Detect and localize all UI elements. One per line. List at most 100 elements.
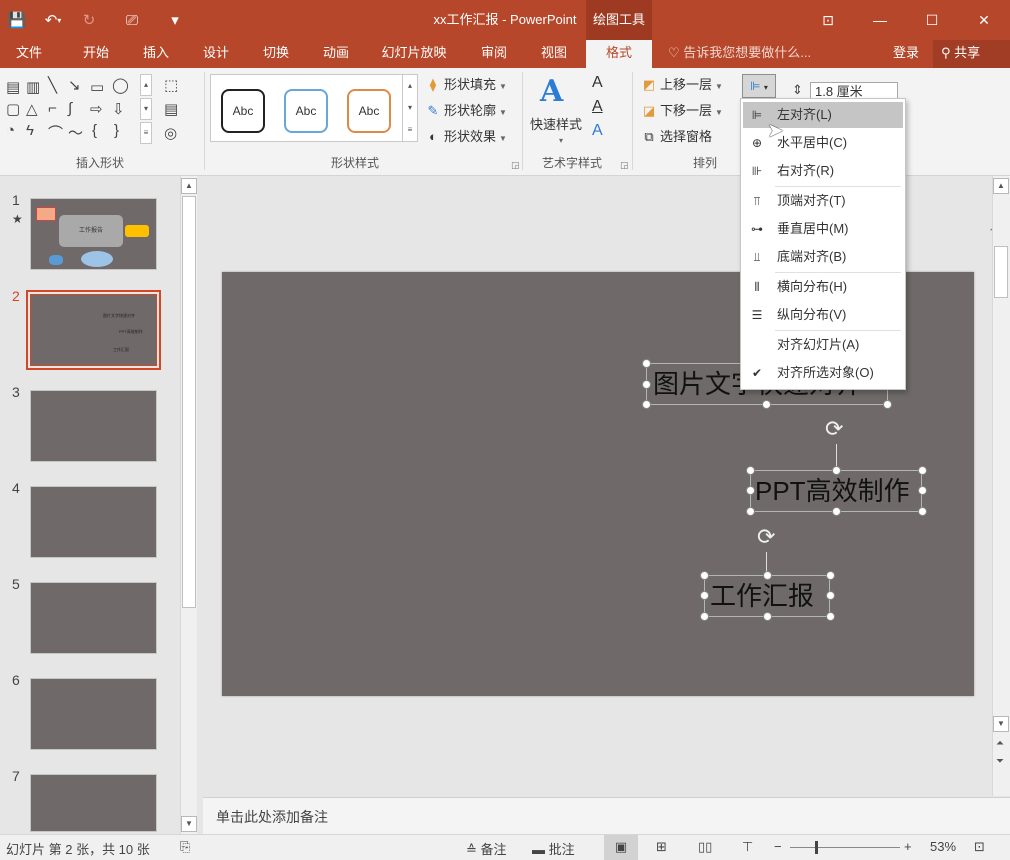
tab-animations[interactable]: 动画 xyxy=(306,40,366,68)
triangle-icon[interactable]: △ xyxy=(26,100,38,118)
zoom-in-icon[interactable]: + xyxy=(904,839,912,854)
brace-right-icon[interactable]: } xyxy=(114,122,119,139)
oval-icon[interactable]: ◯ xyxy=(112,76,129,94)
lightning-icon[interactable]: ϟ xyxy=(26,122,34,139)
slideshow-view-icon[interactable]: ⊤ xyxy=(742,839,753,855)
shapes-scroll-down[interactable]: ▾ xyxy=(140,98,152,120)
slide-thumbnail-4[interactable] xyxy=(30,486,157,558)
resize-handle[interactable] xyxy=(700,571,709,580)
prev-slide-icon[interactable]: ⏶ xyxy=(996,738,1004,749)
quick-styles-icon[interactable]: A xyxy=(540,74,563,109)
style-gallery-scroll[interactable]: ▴ ▾ ≡ xyxy=(402,74,418,142)
tab-slideshow[interactable]: 幻灯片放映 xyxy=(366,40,462,68)
style-preset-1[interactable]: Abc xyxy=(221,89,265,133)
menu-item-align-selected[interactable]: ✔ 对齐所选对象(O) xyxy=(743,360,903,386)
bring-forward-button[interactable]: ◩ 上移一层 ▼ xyxy=(640,74,723,96)
menu-item-align-middle[interactable]: ⊶ 垂直居中(M) xyxy=(743,216,903,242)
menu-item-distribute-horizontal[interactable]: ⫴ 横向分布(H) xyxy=(743,274,903,300)
customize-qat-icon[interactable]: ▾ xyxy=(158,0,192,40)
shapes-scroll-up[interactable]: ▴ xyxy=(140,74,152,96)
thumbnail-scrollbar[interactable]: ▲ ▼ xyxy=(180,176,197,834)
rectangle-icon[interactable]: ▭ xyxy=(90,78,104,96)
resize-handle[interactable] xyxy=(763,571,772,580)
slide-text-3[interactable]: 工作汇报 xyxy=(710,576,814,616)
tab-view[interactable]: 视图 xyxy=(524,40,584,68)
menu-item-distribute-vertical[interactable]: ☰ 纵向分布(V) xyxy=(743,302,903,328)
menu-item-align-right[interactable]: ⊪ 右对齐(R) xyxy=(743,158,903,184)
freeform-icon[interactable]: 〜 xyxy=(68,122,83,143)
zoom-level[interactable]: 53% xyxy=(930,839,956,854)
resize-handle[interactable] xyxy=(746,507,755,516)
wordart-launcher-icon[interactable]: ◲ xyxy=(620,160,629,171)
resize-handle[interactable] xyxy=(826,591,835,600)
rotate-handle-icon[interactable]: ⟳ xyxy=(825,416,843,442)
tab-format[interactable]: 格式 xyxy=(586,40,652,68)
tab-file[interactable]: 文件 xyxy=(0,40,58,68)
undo-icon[interactable]: ↶ ▾ xyxy=(34,0,72,40)
menu-item-align-top[interactable]: ⫪ 顶端对齐(T) xyxy=(743,188,903,214)
save-icon[interactable]: 💾 xyxy=(0,0,34,40)
restore-button[interactable]: ☐ xyxy=(906,0,958,40)
resize-handle[interactable] xyxy=(642,380,651,389)
elbow-connector-icon[interactable]: ⌐ xyxy=(48,100,57,117)
scroll-up-icon[interactable]: ▲ xyxy=(181,178,197,194)
resize-handle[interactable] xyxy=(642,359,651,368)
menu-item-align-bottom[interactable]: ⫫ 底端对齐(B) xyxy=(743,244,903,270)
shapes-gallery[interactable]: ▤ ▥ ╲ ↘ ▭ ◯ ▢ △ ⌐ ∫ ⇨ ⇩ ◔ ϟ ⌒ 〜 { } xyxy=(4,76,154,146)
brace-left-icon[interactable]: { xyxy=(92,122,97,139)
send-backward-button[interactable]: ◪ 下移一层 ▼ xyxy=(640,100,723,122)
shape-outline-button[interactable]: ✎ 形状轮廓 ▼ xyxy=(424,100,507,122)
notes-toggle[interactable]: ≙ 备注 xyxy=(466,839,507,858)
resize-handle[interactable] xyxy=(883,400,892,409)
style-preset-2[interactable]: Abc xyxy=(284,89,328,133)
scroll-thumb[interactable] xyxy=(182,196,196,608)
scroll-down-icon[interactable]: ▼ xyxy=(181,816,197,832)
zoom-slider[interactable] xyxy=(790,847,900,848)
slide-sorter-icon[interactable]: ⊞ xyxy=(656,839,667,855)
minimize-button[interactable]: — xyxy=(854,0,906,40)
right-arrow-icon[interactable]: ⇨ xyxy=(90,100,103,118)
resize-handle[interactable] xyxy=(700,591,709,600)
resize-handle[interactable] xyxy=(826,612,835,621)
slide-thumbnail-7[interactable] xyxy=(30,774,157,832)
tell-me-search[interactable]: ♡ 告诉我您想要做什么... xyxy=(668,40,811,68)
shape-style-gallery[interactable]: Abc Abc Abc xyxy=(210,74,408,142)
selection-pane-button[interactable]: ⧉ 选择窗格 xyxy=(640,126,712,148)
notes-pane[interactable]: 单击此处添加备注 xyxy=(203,797,1010,834)
next-slide-icon[interactable]: ⏷ xyxy=(996,756,1004,767)
rotate-handle-icon[interactable]: ⟳ xyxy=(757,524,775,550)
text-outline-icon[interactable]: A xyxy=(592,98,603,116)
resize-handle[interactable] xyxy=(918,486,927,495)
tab-home[interactable]: 开始 xyxy=(66,40,126,68)
resize-handle[interactable] xyxy=(642,400,651,409)
redo-icon[interactable]: ↻ xyxy=(72,0,106,40)
slide-thumbnail-5[interactable] xyxy=(30,582,157,654)
draw-textbox-icon[interactable]: ▤ xyxy=(164,100,178,118)
resize-handle[interactable] xyxy=(763,612,772,621)
notes-placeholder[interactable]: 单击此处添加备注 xyxy=(216,807,328,827)
arc-icon[interactable]: ⌒ xyxy=(48,122,63,143)
tab-review[interactable]: 审阅 xyxy=(464,40,524,68)
resize-handle[interactable] xyxy=(826,571,835,580)
zoom-out-icon[interactable]: − xyxy=(774,839,782,854)
slide-text-2[interactable]: PPT高效制作 xyxy=(755,471,910,511)
resize-handle[interactable] xyxy=(918,507,927,516)
text-fill-icon[interactable]: A xyxy=(592,74,603,92)
textbox-icon[interactable]: ▤ xyxy=(6,78,20,96)
resize-handle[interactable] xyxy=(832,466,841,475)
present-icon[interactable]: ⎚ xyxy=(106,0,158,40)
zoom-slider-thumb[interactable] xyxy=(815,841,818,854)
editor-scrollbar[interactable]: ▲ ▼ ⏶ ⏷ xyxy=(992,176,1010,796)
quick-styles-button[interactable]: 快速样式 xyxy=(530,114,582,133)
reading-view-icon[interactable]: ▯▯ xyxy=(698,839,712,855)
resize-handle[interactable] xyxy=(762,400,771,409)
slide-thumbnail-6[interactable] xyxy=(30,678,157,750)
resize-handle[interactable] xyxy=(832,507,841,516)
tab-design[interactable]: 设计 xyxy=(186,40,246,68)
shape-fill-button[interactable]: ⧫ 形状填充 ▼ xyxy=(424,74,507,96)
resize-handle[interactable] xyxy=(746,466,755,475)
resize-handle[interactable] xyxy=(746,486,755,495)
edit-shape-icon[interactable]: ⬚ xyxy=(164,76,178,94)
shape-styles-launcher-icon[interactable]: ◲ xyxy=(511,160,520,171)
align-dropdown-button[interactable]: ⊫ ▾ xyxy=(742,74,776,98)
